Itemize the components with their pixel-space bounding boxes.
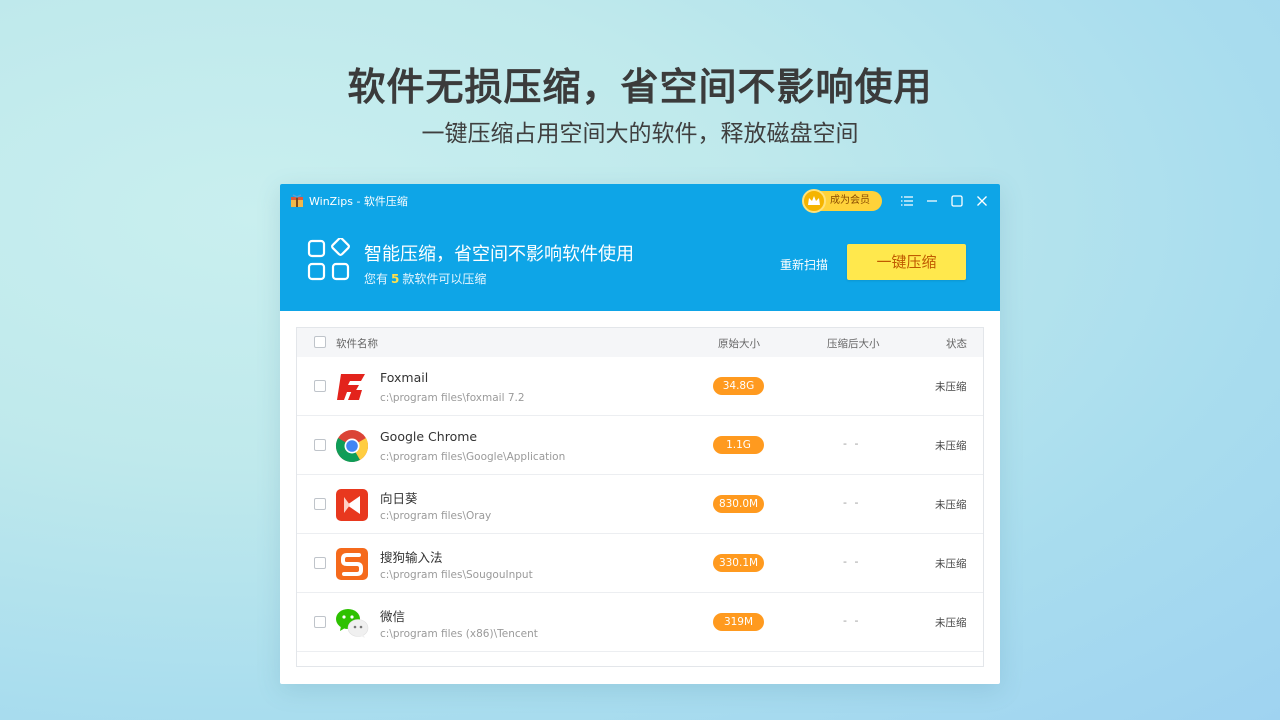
compressed-size: - - [843,496,861,509]
crown-icon [802,189,826,213]
software-name: Foxmail [380,370,429,385]
original-size-badge: 830.0M [713,495,764,513]
software-name: 搜狗输入法 [380,550,443,565]
header-sub-prefix: 您有 [364,272,389,286]
winzips-logo-icon [291,194,303,207]
original-size-badge: 330.1M [713,554,764,572]
status-text: 未压缩 [935,440,967,452]
column-compressed-size: 压缩后大小 [827,338,880,350]
column-original-size: 原始大小 [718,338,760,350]
status-text: 未压缩 [935,617,967,629]
compressed-size: - - [843,614,861,627]
software-path: c:\program files\SougouInput [380,569,533,581]
become-member-button[interactable]: 成为会员 [802,189,882,213]
apps-grid-icon [307,238,350,281]
row-checkbox[interactable] [314,616,326,628]
header-sub-suffix: 款软件可以压缩 [402,272,487,286]
menu-icon[interactable] [899,193,915,209]
header-subtitle: 您有 5 款软件可以压缩 [364,270,486,287]
title-bar[interactable]: WinZips - 软件压缩 成为会员 [280,184,1000,218]
table-row[interactable]: 微信 c:\program files (x86)\Tencent 319M -… [297,593,983,652]
compressed-size: - - [843,555,861,568]
compress-header: 智能压缩，省空间不影响软件使用 您有 5 款软件可以压缩 重新扫描 一键压缩 [280,218,1000,311]
row-checkbox[interactable] [314,439,326,451]
status-text: 未压缩 [935,499,967,511]
maximize-icon[interactable] [949,193,965,209]
header-title: 智能压缩，省空间不影响软件使用 [364,244,634,265]
rescan-button[interactable]: 重新扫描 [780,256,828,273]
foxmail-icon [337,374,365,400]
table-row[interactable]: Foxmail c:\program files\foxmail 7.2 34.… [297,357,983,416]
sogou-icon [336,548,368,580]
software-path: c:\program files (x86)\Tencent [380,628,538,640]
software-path: c:\program files\foxmail 7.2 [380,392,525,404]
software-name: 微信 [380,609,406,624]
row-checkbox[interactable] [314,380,326,392]
table-row[interactable]: 向日葵 c:\program files\Oray 830.0M - - 未压缩 [297,475,983,534]
window-title: WinZips - 软件压缩 [309,195,408,208]
chrome-icon [335,430,369,463]
app-window: WinZips - 软件压缩 成为会员 智能压缩，省空间不影响软件使用 您有 5… [280,184,1000,684]
row-checkbox[interactable] [314,557,326,569]
table-row[interactable]: 搜狗输入法 c:\program files\SougouInput 330.1… [297,534,983,593]
sunlogin-icon [336,489,368,521]
compressed-size: - - [843,437,861,450]
one-click-compress-button[interactable]: 一键压缩 [847,244,966,280]
original-size-badge: 319M [713,613,764,631]
software-path: c:\program files\Oray [380,510,492,522]
software-name: 向日葵 [380,491,418,506]
software-table: 软件名称 原始大小 压缩后大小 状态 Foxmail c:\program fi… [296,327,984,667]
table-header: 软件名称 原始大小 压缩后大小 状态 [297,328,983,357]
hero-title: 软件无损压缩，省空间不影响使用 [347,65,933,109]
hero-subtitle: 一键压缩占用空间大的软件，释放磁盘空间 [421,121,859,147]
become-member-label: 成为会员 [830,195,870,206]
row-checkbox[interactable] [314,498,326,510]
status-text: 未压缩 [935,381,967,393]
close-icon[interactable] [974,193,990,209]
original-size-badge: 34.8G [713,377,764,395]
software-name: Google Chrome [380,429,478,444]
minimize-icon[interactable] [924,193,940,209]
wechat-icon [336,609,369,638]
status-text: 未压缩 [935,558,967,570]
software-count: 5 [391,272,400,286]
software-path: c:\program files\Google\Application [380,451,566,463]
column-status: 状态 [946,338,967,350]
column-name: 软件名称 [336,338,378,350]
original-size-badge: 1.1G [713,436,764,454]
table-row[interactable]: Google Chrome c:\program files\Google\Ap… [297,416,983,475]
select-all-checkbox[interactable] [314,336,326,348]
